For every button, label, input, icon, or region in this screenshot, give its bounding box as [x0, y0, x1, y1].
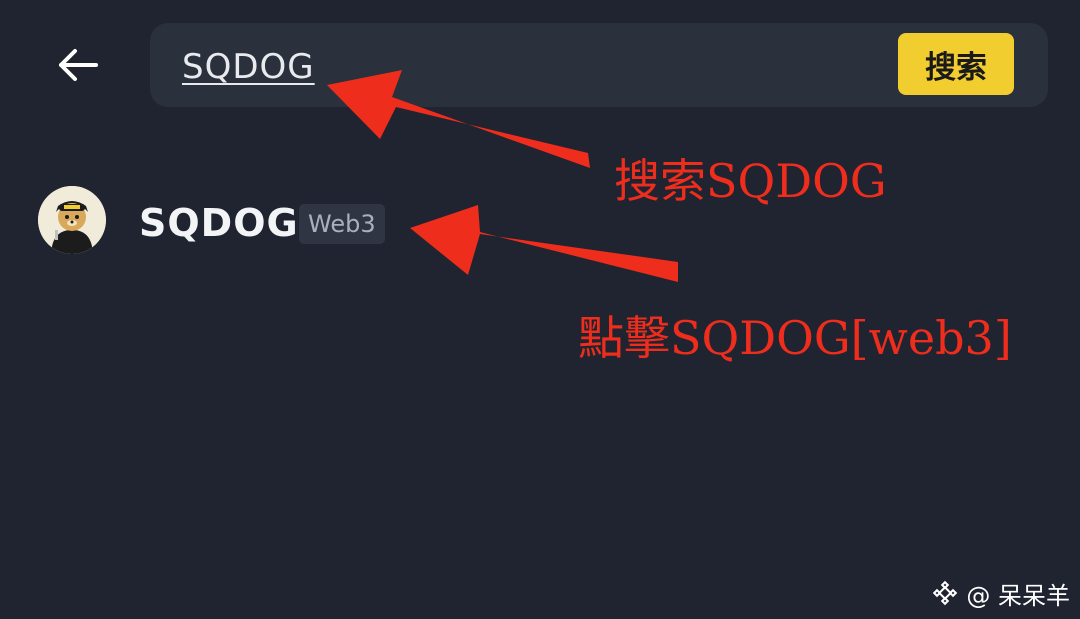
back-button[interactable] [48, 40, 108, 90]
watermark-text: @ 呆呆羊 [966, 581, 1070, 610]
annotation-click-text: 點擊SQDOG[web3] [578, 311, 1012, 365]
search-bar: SQDOG 搜索 [150, 23, 1048, 107]
search-input[interactable]: SQDOG [182, 47, 315, 87]
annotation-search-text: 搜索SQDOG [614, 154, 887, 208]
web3-badge: Web3 [299, 204, 385, 244]
watermark: @ 呆呆羊 [932, 575, 1070, 611]
result-name[interactable]: SQDOG [139, 201, 299, 245]
binance-logo-icon [933, 580, 958, 606]
dog-avatar [38, 186, 106, 254]
search-result-row[interactable]: SQDOG Web3 [38, 186, 698, 256]
search-button[interactable]: 搜索 [898, 33, 1014, 95]
back-arrow-icon [59, 49, 98, 81]
